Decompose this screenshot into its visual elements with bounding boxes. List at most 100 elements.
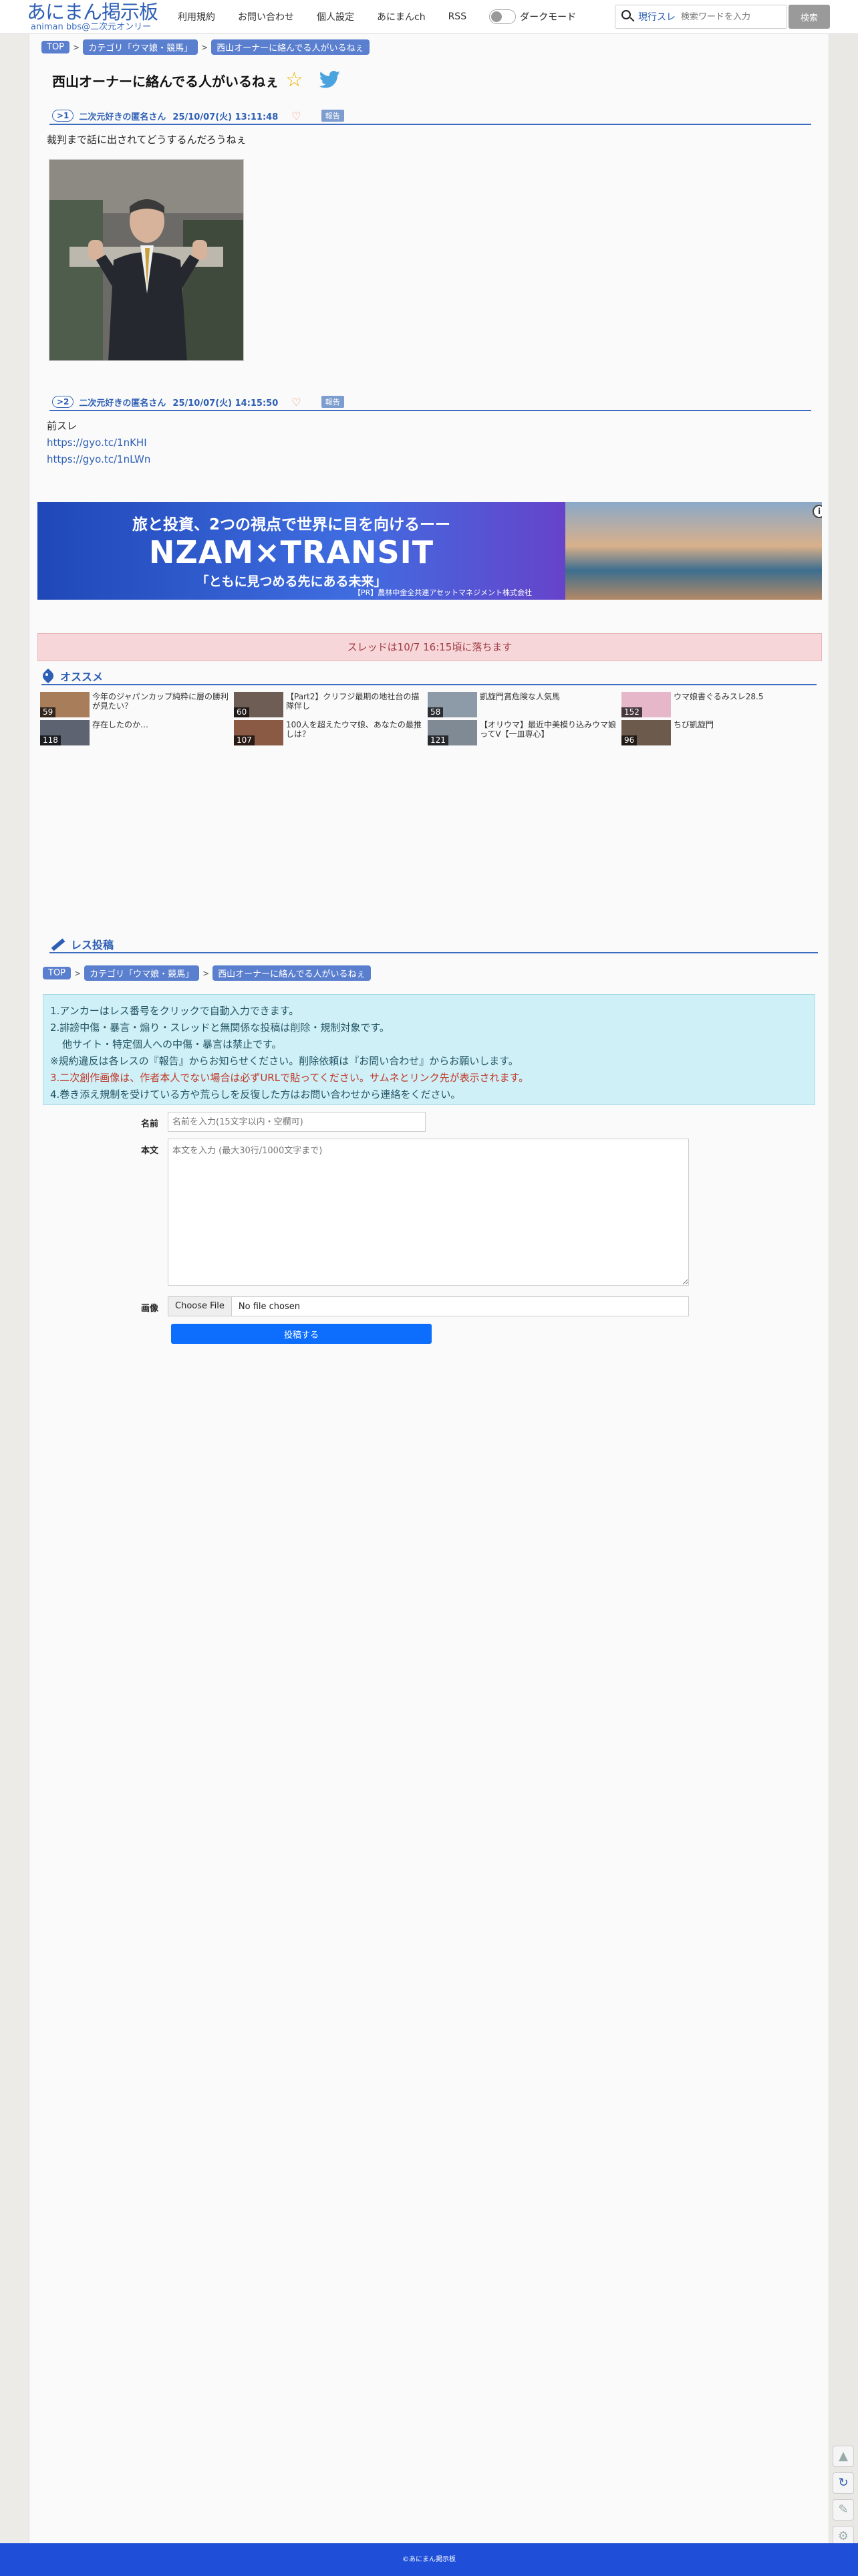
breadcrumb-category[interactable]: カテゴリ「ウマ娘・競馬」 xyxy=(83,39,198,55)
thread-expiry-notice: スレッドは10/7 16:15頃に落ちます xyxy=(37,633,822,661)
recommend-thumbnail: 152 xyxy=(621,692,671,717)
recommend-item-title: 【オリウマ】最近中美模り込みウマ娘ってV【一皿専心】 xyxy=(480,720,617,739)
reply-count: 107 xyxy=(234,735,255,745)
dark-mode-label: ダークモード xyxy=(520,12,577,23)
nav-contact[interactable]: お問い合わせ xyxy=(238,10,294,23)
logo-subtitle: animan bbs@二次元オンリー xyxy=(31,22,152,32)
breadcrumb-top[interactable]: TOP xyxy=(41,41,70,53)
breadcrumb-thread[interactable]: 西山オーナーに絡んでる人がいるねぇ xyxy=(212,965,371,981)
reload-icon[interactable]: ↻ xyxy=(833,2472,854,2494)
post-form-title: レス投稿 xyxy=(71,939,114,951)
report-button[interactable]: 報告 xyxy=(321,396,344,408)
breadcrumb: TOP > カテゴリ「ウマ娘・競馬」 > 西山オーナーに絡んでる人がいるねぇ xyxy=(41,39,370,55)
name-input[interactable] xyxy=(168,1112,426,1132)
dark-mode-toggle[interactable]: ダークモード xyxy=(489,9,576,24)
favorite-star-icon[interactable]: ☆ xyxy=(285,69,308,92)
choose-file-button[interactable]: Choose File xyxy=(168,1297,232,1316)
recommend-thumbnail: 58 xyxy=(428,692,477,717)
reply-count: 152 xyxy=(621,707,642,717)
page-right-margin xyxy=(829,34,858,2543)
pencil-icon xyxy=(49,937,67,951)
ad-line-4: 【PR】農林中金全共連アセットマネジメント株式会社 xyxy=(353,588,532,597)
recommend-thumbnail: 96 xyxy=(621,720,671,745)
post-date: 25/10/07(火) 14:15:50 xyxy=(172,398,279,408)
rule-line: 1.アンカーはレス番号をクリックで自動入力できます。 xyxy=(50,1005,299,1017)
reply-count: 118 xyxy=(40,735,61,745)
recommend-item[interactable]: 118 存在したのか… xyxy=(40,720,234,745)
recommend-item[interactable]: 107 100人を超えたウマ娘、あなたの最推しは？ xyxy=(234,720,428,745)
heart-icon[interactable]: ♡ xyxy=(291,396,301,408)
recommend-item[interactable]: 59 今年のジャパンカップ純粋に層の勝利が見たい？ xyxy=(40,692,234,717)
breadcrumb-top[interactable]: TOP xyxy=(43,967,72,979)
post-image[interactable] xyxy=(49,159,244,361)
breadcrumb-separator: > xyxy=(201,42,208,52)
recommend-item[interactable]: 58 凱旋門賞危険な人気馬 xyxy=(428,692,621,717)
rule-line: 4.巻き添え規制を受けている方や荒らしを反復した方はお問い合わせから連絡をくださ… xyxy=(50,1088,461,1100)
recommend-title: オススメ xyxy=(60,671,104,683)
search-icon[interactable] xyxy=(618,7,638,27)
nav-terms[interactable]: 利用規約 xyxy=(178,10,215,23)
recommend-item[interactable]: 96 ちび凱旋門 xyxy=(621,720,815,745)
logo-title: あにまん掲示板 xyxy=(27,1,158,23)
ad-banner[interactable]: 旅と投資、2つの視点で世界に目を向けるーー NZAM×TRANSIT 「ともに見… xyxy=(37,502,822,600)
post-link[interactable]: https://gyo.tc/1nKHI xyxy=(47,435,150,451)
site-logo[interactable]: あにまん掲示板 animan bbs@二次元オンリー xyxy=(27,1,167,32)
recommend-item[interactable]: 60 【Part2】クリフジ最期の地社台の描隊伴し xyxy=(234,692,428,717)
post-number[interactable]: >2 xyxy=(52,396,74,408)
thread-title: 西山オーナーに絡んでる人がいるねぇ xyxy=(52,74,279,90)
recommend-thumbnail: 60 xyxy=(234,692,283,717)
recommend-item-title: 存在したのか… xyxy=(92,720,149,729)
recommend-item[interactable]: 152 ウマ娘書ぐるみスレ28.5 xyxy=(621,692,815,717)
rule-line: 他サイト・特定個人への中傷・暴言は禁止です。 xyxy=(62,1038,282,1050)
search-box: 現行スレ xyxy=(615,5,787,29)
recommend-header: オススメ xyxy=(40,668,817,685)
image-file-input[interactable]: Choose File No file chosen xyxy=(168,1296,689,1316)
rule-line: 2.誹謗中傷・暴言・煽り・スレッドと無関係な投稿は削除・規制対象です。 xyxy=(50,1022,390,1034)
post-number[interactable]: >1 xyxy=(52,110,74,122)
post-author: 二次元好きの匿名さん xyxy=(79,112,166,122)
nav-settings[interactable]: 個人設定 xyxy=(317,10,354,23)
toggle-switch[interactable] xyxy=(489,9,517,24)
reply-count: 60 xyxy=(234,707,250,717)
toggle-knob xyxy=(491,11,503,22)
body-textarea[interactable] xyxy=(168,1139,689,1286)
breadcrumb-separator: > xyxy=(74,968,82,978)
search-mode-select[interactable]: 現行スレ xyxy=(638,10,676,23)
recommend-list: 59 今年のジャパンカップ純粋に層の勝利が見たい？ 60 【Part2】クリフジ… xyxy=(40,692,815,748)
reply-count: 59 xyxy=(40,707,56,717)
recommend-thumbnail: 107 xyxy=(234,720,283,745)
breadcrumb-category[interactable]: カテゴリ「ウマ娘・競馬」 xyxy=(84,965,200,981)
image-label: 画像 xyxy=(141,1304,159,1314)
heart-icon[interactable]: ♡ xyxy=(291,110,301,122)
breadcrumb-separator: > xyxy=(202,968,210,978)
submit-button[interactable]: 投稿する xyxy=(171,1324,432,1344)
main-nav: 利用規約 お問い合わせ 個人設定 あにまんch RSS ダークモード xyxy=(178,0,576,33)
recommend-thumbnail: 118 xyxy=(40,720,90,745)
reply-count: 121 xyxy=(428,735,448,745)
nav-rss[interactable]: RSS xyxy=(448,11,467,22)
ad-line-1: 旅と投資、2つの視点で世界に目を向けるーー xyxy=(132,516,450,534)
body-label: 本文 xyxy=(141,1146,159,1156)
recommend-item-title: ウマ娘書ぐるみスレ28.5 xyxy=(674,692,764,701)
post-body: 裁判まで話に出されてどうするんだろうねぇ xyxy=(47,132,247,148)
search-input[interactable] xyxy=(681,11,781,22)
breadcrumb-separator: > xyxy=(73,42,80,52)
page-left-margin xyxy=(0,34,29,2543)
edit-icon[interactable]: ✎ xyxy=(833,2499,854,2521)
posting-rules: 1.アンカーはレス番号をクリックで自動入力できます。 2.誹謗中傷・暴言・煽り・… xyxy=(43,994,815,1105)
nav-animanch[interactable]: あにまんch xyxy=(377,10,426,23)
recommend-item-title: 100人を超えたウマ娘、あなたの最推しは？ xyxy=(286,720,422,739)
report-button[interactable]: 報告 xyxy=(321,110,344,122)
site-footer: ©あにまん掲示板 xyxy=(0,2543,858,2576)
post-link[interactable]: https://gyo.tc/1nLWn xyxy=(47,451,150,468)
twitter-share-icon[interactable] xyxy=(319,70,341,90)
recommend-item[interactable]: 121 【オリウマ】最近中美模り込みウマ娘ってV【一皿専心】 xyxy=(428,720,621,745)
reply-count: 58 xyxy=(428,707,444,717)
scroll-top-icon[interactable]: ▲ xyxy=(833,2446,854,2467)
post-header: >1 二次元好きの匿名さん 25/10/07(火) 13:11:48 ♡ 報告 xyxy=(49,108,811,125)
breadcrumb-thread[interactable]: 西山オーナーに絡んでる人がいるねぇ xyxy=(211,39,370,55)
search-button[interactable]: 検索 xyxy=(789,5,830,29)
post-form-header: レス投稿 xyxy=(49,936,818,953)
reply-count: 96 xyxy=(621,735,637,745)
ad-info-icon[interactable]: i xyxy=(813,505,822,518)
